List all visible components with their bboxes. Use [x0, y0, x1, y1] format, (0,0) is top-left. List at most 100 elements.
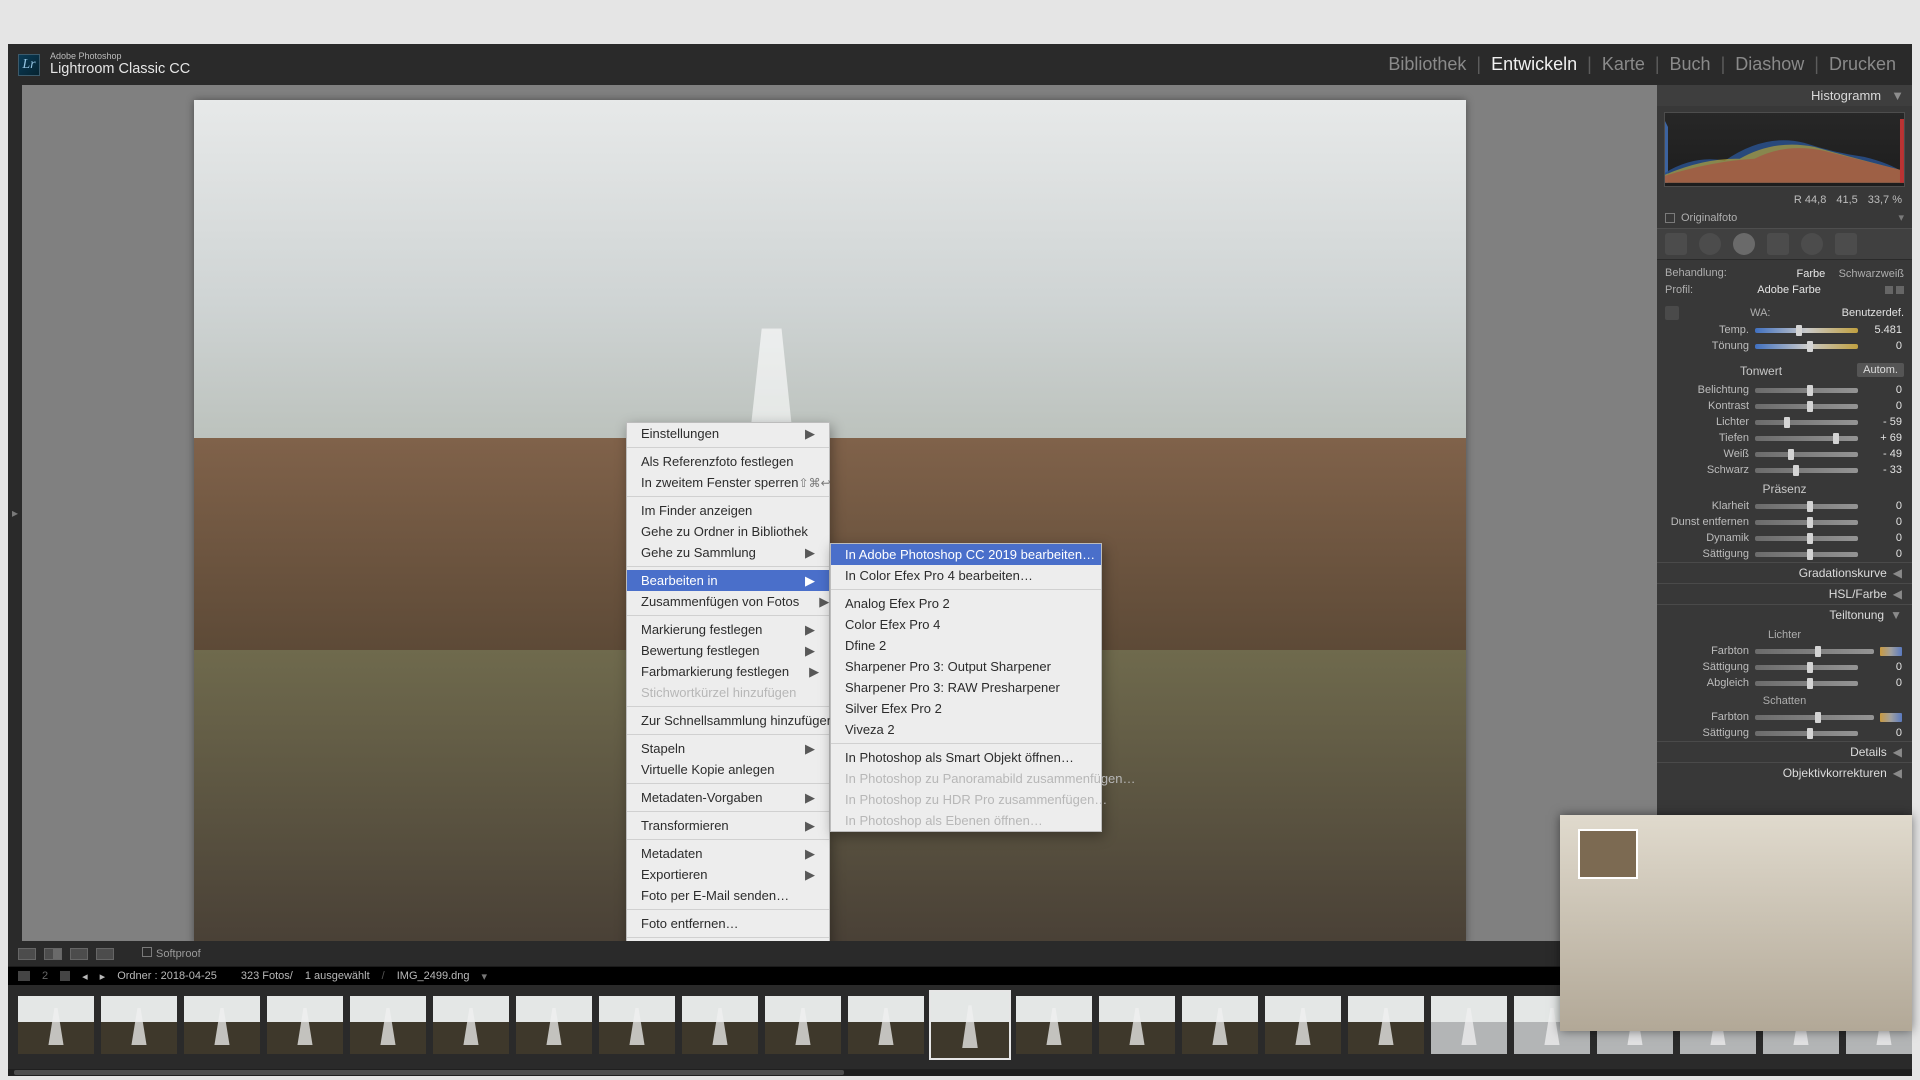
treatment-bw[interactable]: Schwarzweiß [1839, 268, 1904, 280]
menu-item[interactable]: Bearbeiten in▶ [627, 570, 829, 591]
filmstrip-thumbnail[interactable] [1097, 994, 1177, 1056]
split-slider-sättigung[interactable]: Sättigung 0 [1657, 725, 1912, 741]
softproof-toggle[interactable]: Softproof [142, 947, 201, 960]
menu-item[interactable]: Viveza 2 [831, 719, 1101, 740]
menu-item[interactable]: Im Finder anzeigen [627, 500, 829, 521]
before-after-view-icon[interactable] [44, 948, 62, 960]
filmstrip-thumbnail[interactable] [99, 994, 179, 1056]
adjustment-brush-tool-icon[interactable] [1835, 233, 1857, 255]
menu-item[interactable]: Gehe zu Sammlung▶ [627, 542, 829, 563]
menu-item[interactable]: Stapeln▶ [627, 738, 829, 759]
slider-tiefen[interactable]: Tiefen + 69 [1657, 430, 1912, 446]
filmstrip-nav-next-icon[interactable]: ▸ [100, 970, 106, 983]
filmstrip-thumbnail[interactable] [182, 994, 262, 1056]
filmstrip-thumbnail[interactable] [1014, 994, 1094, 1056]
menu-item[interactable]: In Photoshop als Smart Objekt öffnen… [831, 747, 1101, 768]
menu-item[interactable]: Virtuelle Kopie anlegen [627, 759, 829, 780]
slider-kontrast[interactable]: Kontrast 0 [1657, 398, 1912, 414]
filmstrip-thumbnail[interactable] [763, 994, 843, 1056]
menu-item[interactable]: Color Efex Pro 4 [831, 614, 1101, 635]
wb-dropdown[interactable]: Benutzerdef. [1842, 307, 1904, 319]
filmstrip-thumbnail[interactable] [431, 994, 511, 1056]
filmstrip-nav-prev-icon[interactable]: ◂ [82, 970, 88, 983]
menu-item[interactable]: Gehe zu Ordner in Bibliothek [627, 521, 829, 542]
filmstrip-thumbnail[interactable] [1180, 994, 1260, 1056]
graduated-filter-tool-icon[interactable] [1767, 233, 1789, 255]
slider-klarheit[interactable]: Klarheit 0 [1657, 498, 1912, 514]
filmstrip-thumbnail[interactable] [514, 994, 594, 1056]
menu-item[interactable]: Als Referenzfoto festlegen [627, 451, 829, 472]
menu-item[interactable]: In Color Efex Pro 4 bearbeiten… [831, 565, 1101, 586]
menu-item[interactable]: Farbmarkierung festlegen▶ [627, 661, 829, 682]
filmstrip-thumbnail[interactable] [1346, 994, 1426, 1056]
panel-gradationskurve[interactable]: Gradationskurve◀ [1657, 562, 1912, 583]
panel-details[interactable]: Details◀ [1657, 741, 1912, 762]
panel-hsl-farbe[interactable]: HSL/Farbe◀ [1657, 583, 1912, 604]
menu-item[interactable]: Transformieren▶ [627, 815, 829, 836]
menu-item[interactable]: Metadaten-Vorgaben▶ [627, 787, 829, 808]
module-buch[interactable]: Buch [1670, 54, 1711, 75]
menu-item[interactable]: Silver Efex Pro 2 [831, 698, 1101, 719]
color-swatch-icon[interactable] [1880, 647, 1902, 656]
module-diashow[interactable]: Diashow [1735, 54, 1804, 75]
left-panel-collapsed[interactable]: ▸ [8, 85, 22, 941]
menu-item[interactable]: Sharpener Pro 3: RAW Presharpener [831, 677, 1101, 698]
slider-dunst entfernen[interactable]: Dunst entfernen 0 [1657, 514, 1912, 530]
slider-lichter[interactable]: Lichter - 59 [1657, 414, 1912, 430]
redeye-tool-icon[interactable] [1733, 233, 1755, 255]
slider-sättigung[interactable]: Sättigung 0 [1657, 546, 1912, 562]
menu-item[interactable]: Dfine 2 [831, 635, 1101, 656]
panel-objektivkorrekturen[interactable]: Objektivkorrekturen◀ [1657, 762, 1912, 783]
menu-item[interactable]: Exportieren▶ [627, 864, 829, 885]
tone-auto-button[interactable]: Autom. [1857, 363, 1904, 377]
filmstrip-thumbnail[interactable] [846, 994, 926, 1056]
filmstrip-thumbnail[interactable] [265, 994, 345, 1056]
menu-item[interactable]: Zusammenfügen von Fotos▶ [627, 591, 829, 612]
menu-item[interactable]: In zweitem Fenster sperren⇧⌘↩ [627, 472, 829, 493]
profile-grid-icon[interactable] [1885, 286, 1893, 294]
menu-item[interactable]: Bewertung festlegen▶ [627, 640, 829, 661]
menu-item[interactable]: Analog Efex Pro 2 [831, 593, 1101, 614]
slider-schwarz[interactable]: Schwarz - 33 [1657, 462, 1912, 478]
menu-item[interactable]: Zur Schnellsammlung hinzufügenB [627, 710, 829, 731]
before-after-split-icon[interactable] [70, 948, 88, 960]
menu-item[interactable]: In Adobe Photoshop CC 2019 bearbeiten… [831, 544, 1101, 565]
reference-view-icon[interactable] [96, 948, 114, 960]
menu-item[interactable]: Sharpener Pro 3: Output Sharpener [831, 656, 1101, 677]
slider-abgleich[interactable]: Abgleich 0 [1657, 675, 1912, 691]
filmstrip-scrollbar[interactable] [8, 1069, 1912, 1076]
split-slider-farbton[interactable]: Farbton [1657, 709, 1912, 725]
spot-removal-tool-icon[interactable] [1699, 233, 1721, 255]
split-slider-sättigung[interactable]: Sättigung 0 [1657, 659, 1912, 675]
profile-value[interactable]: Adobe Farbe [1757, 284, 1821, 296]
slider-belichtung[interactable]: Belichtung 0 [1657, 382, 1912, 398]
filmstrip-thumbnail[interactable] [929, 990, 1011, 1060]
filmstrip-thumbnail[interactable] [1429, 994, 1509, 1056]
treatment-color[interactable]: Farbe [1797, 268, 1826, 280]
panel-histogram-header[interactable]: Histogramm▼ [1657, 85, 1912, 106]
filmstrip-thumbnail[interactable] [348, 994, 428, 1056]
menu-item[interactable]: Markierung festlegen▶ [627, 619, 829, 640]
originalfoto-checkbox[interactable] [1665, 213, 1675, 223]
secondary-monitor-icon[interactable] [18, 971, 30, 981]
slider-dynamik[interactable]: Dynamik 0 [1657, 530, 1912, 546]
menu-item[interactable]: Foto per E-Mail senden… [627, 885, 829, 906]
module-drucken[interactable]: Drucken [1829, 54, 1896, 75]
split-slider-farbton[interactable]: Farbton [1657, 643, 1912, 659]
grid-icon[interactable] [60, 971, 70, 981]
menu-item[interactable]: Metadaten▶ [627, 843, 829, 864]
module-entwickeln[interactable]: Entwickeln [1491, 54, 1577, 75]
filmstrip-thumbnail[interactable] [1263, 994, 1343, 1056]
slider-weiß[interactable]: Weiß - 49 [1657, 446, 1912, 462]
color-swatch-icon[interactable] [1880, 713, 1902, 722]
menu-item[interactable]: Einstellungen▶ [627, 423, 829, 444]
filmstrip-thumbnail[interactable] [16, 994, 96, 1056]
loupe-view-icon[interactable] [18, 948, 36, 960]
panel-teiltonung[interactable]: Teiltonung▼ [1657, 604, 1912, 625]
filmstrip-thumbnail[interactable] [680, 994, 760, 1056]
eyedropper-icon[interactable] [1665, 306, 1679, 320]
module-bibliothek[interactable]: Bibliothek [1388, 54, 1466, 75]
radial-filter-tool-icon[interactable] [1801, 233, 1823, 255]
slider-temp.[interactable]: Temp. 5.481 [1657, 322, 1912, 338]
slider-tönung[interactable]: Tönung 0 [1657, 338, 1912, 354]
